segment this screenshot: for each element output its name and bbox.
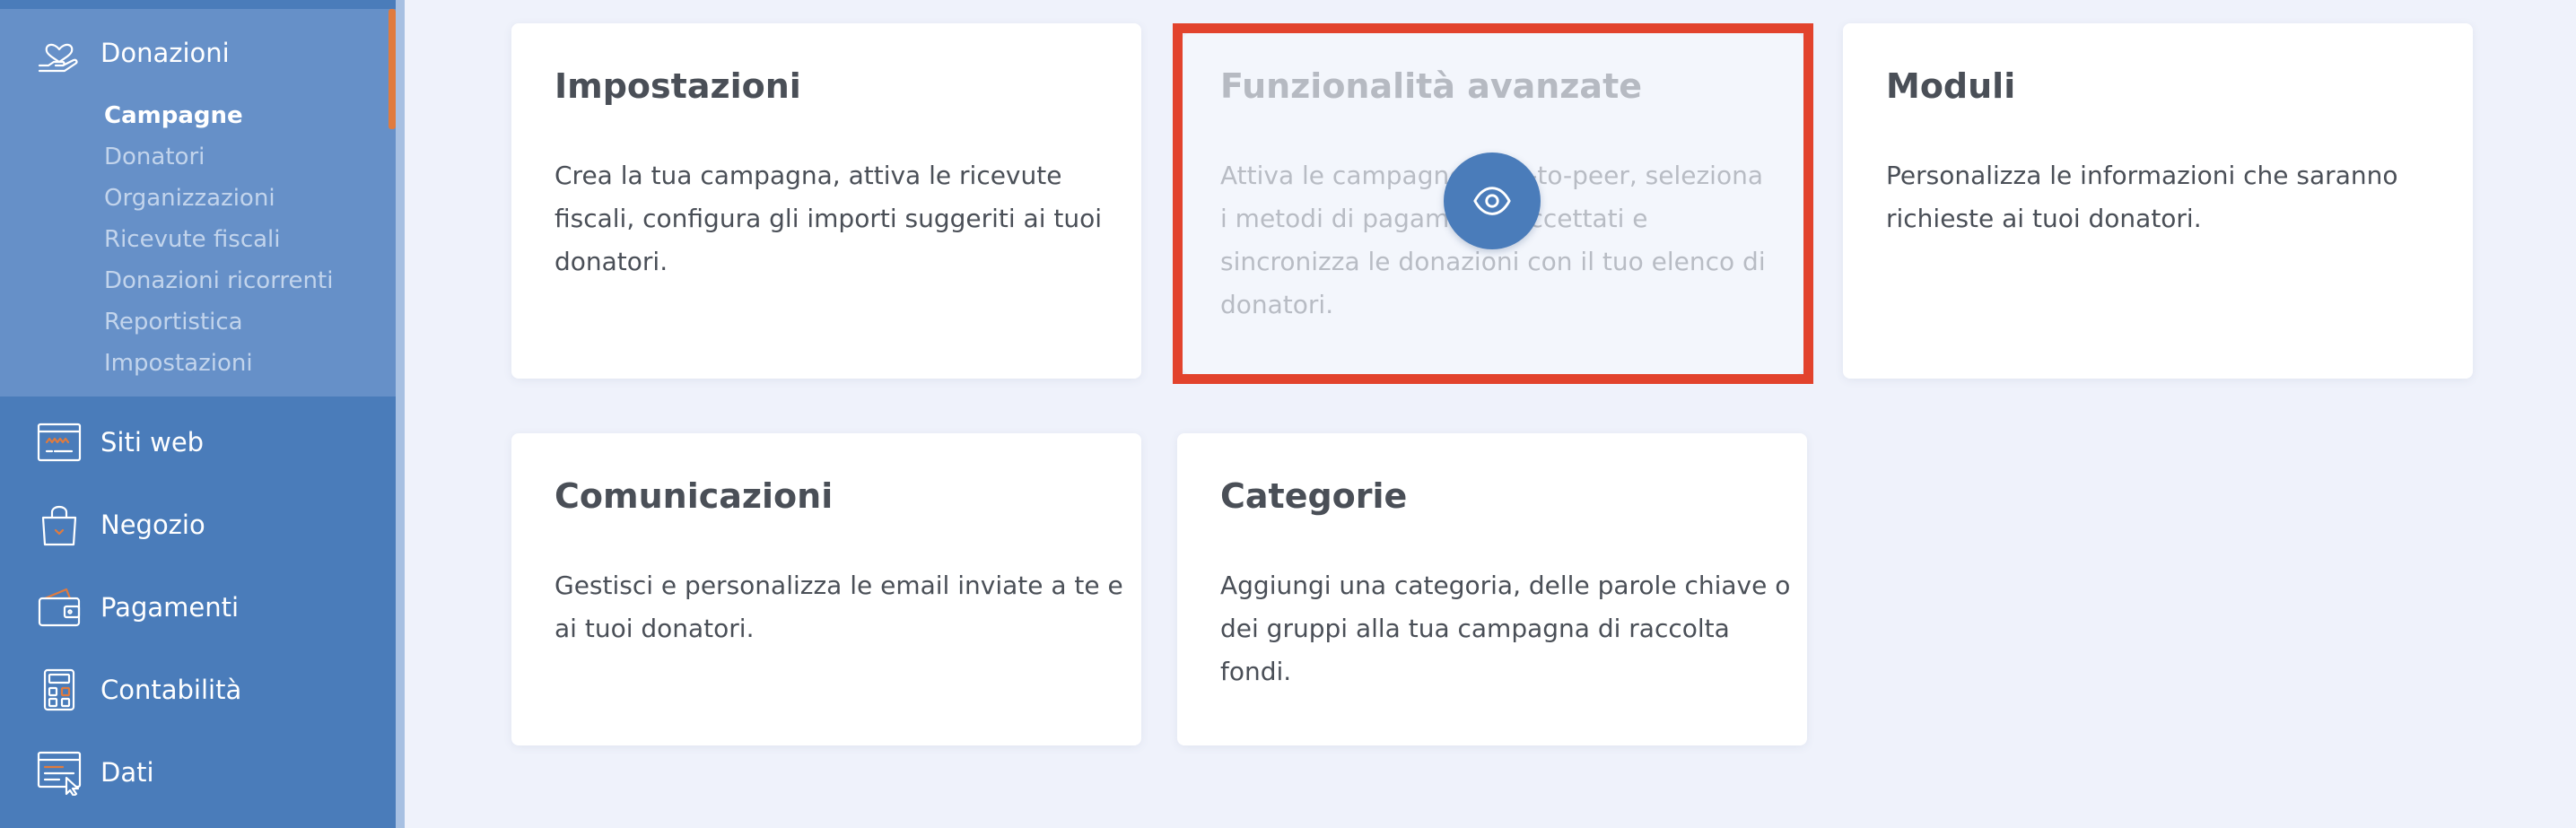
card-title: Moduli <box>1886 66 2016 106</box>
sidebar-item-label: Contabilità <box>100 675 242 705</box>
card-description: Personalizza le informazioni che saranno… <box>1886 161 2398 233</box>
sidebar-item-label: Donazioni <box>100 38 230 68</box>
active-indicator <box>389 9 396 129</box>
sidebar-subitem-impostazioni[interactable]: Impostazioni <box>104 343 333 384</box>
card-description: Crea la tua campagna, attiva le ricevute… <box>554 161 1103 276</box>
sidebar-submenu: Campagne Donatori Organizzazioni Ricevut… <box>104 95 333 384</box>
data-table-icon <box>34 747 84 797</box>
wallet-icon <box>34 582 84 632</box>
sidebar: Donazioni Campagne Donatori Organizzazio… <box>0 0 396 828</box>
sidebar-item-pagamenti[interactable]: Pagamenti <box>34 582 239 632</box>
sidebar-item-label: Dati <box>100 757 154 788</box>
card-description: Gestisci e personalizza le email inviate… <box>554 571 1123 643</box>
card-title: Categorie <box>1220 476 1408 516</box>
sidebar-item-negozio[interactable]: Negozio <box>34 500 205 550</box>
card-title: Comunicazioni <box>554 476 834 516</box>
sidebar-scrollbar-edge <box>396 0 405 828</box>
sidebar-subitem-campagne[interactable]: Campagne <box>104 95 333 136</box>
sidebar-subitem-ricevute-fiscali[interactable]: Ricevute fiscali <box>104 219 333 260</box>
sidebar-item-label: Pagamenti <box>100 592 240 623</box>
preview-button[interactable] <box>1444 153 1541 249</box>
sidebar-item-siti-web[interactable]: Siti web <box>34 417 204 467</box>
card-categorie[interactable]: Categorie Aggiungi una categoria, delle … <box>1177 433 1807 745</box>
sidebar-item-contabilita[interactable]: Contabilità <box>34 665 241 715</box>
card-impostazioni[interactable]: Impostazioni Crea la tua campagna, attiv… <box>511 23 1141 379</box>
card-moduli[interactable]: Moduli Personalizza le informazioni che … <box>1843 23 2473 379</box>
calculator-icon <box>34 665 84 715</box>
heart-hand-icon <box>34 28 84 78</box>
shopping-bag-icon <box>34 500 84 550</box>
browser-window-icon <box>34 417 84 467</box>
sidebar-subitem-reportistica[interactable]: Reportistica <box>104 301 333 343</box>
card-comunicazioni[interactable]: Comunicazioni Gestisci e personalizza le… <box>511 433 1141 745</box>
sidebar-item-donazioni[interactable]: Donazioni <box>34 28 230 78</box>
card-title: Impostazioni <box>554 66 801 106</box>
sidebar-item-dati[interactable]: Dati <box>34 747 154 797</box>
eye-icon <box>1473 187 1511 215</box>
sidebar-item-label: Negozio <box>100 510 205 540</box>
sidebar-subitem-donazioni-ricorrenti[interactable]: Donazioni ricorrenti <box>104 260 333 301</box>
card-description: Aggiungi una categoria, delle parole chi… <box>1220 571 1791 686</box>
sidebar-subitem-organizzazioni[interactable]: Organizzazioni <box>104 178 333 219</box>
sidebar-item-label: Siti web <box>100 427 205 458</box>
sidebar-subitem-donatori[interactable]: Donatori <box>104 136 333 178</box>
